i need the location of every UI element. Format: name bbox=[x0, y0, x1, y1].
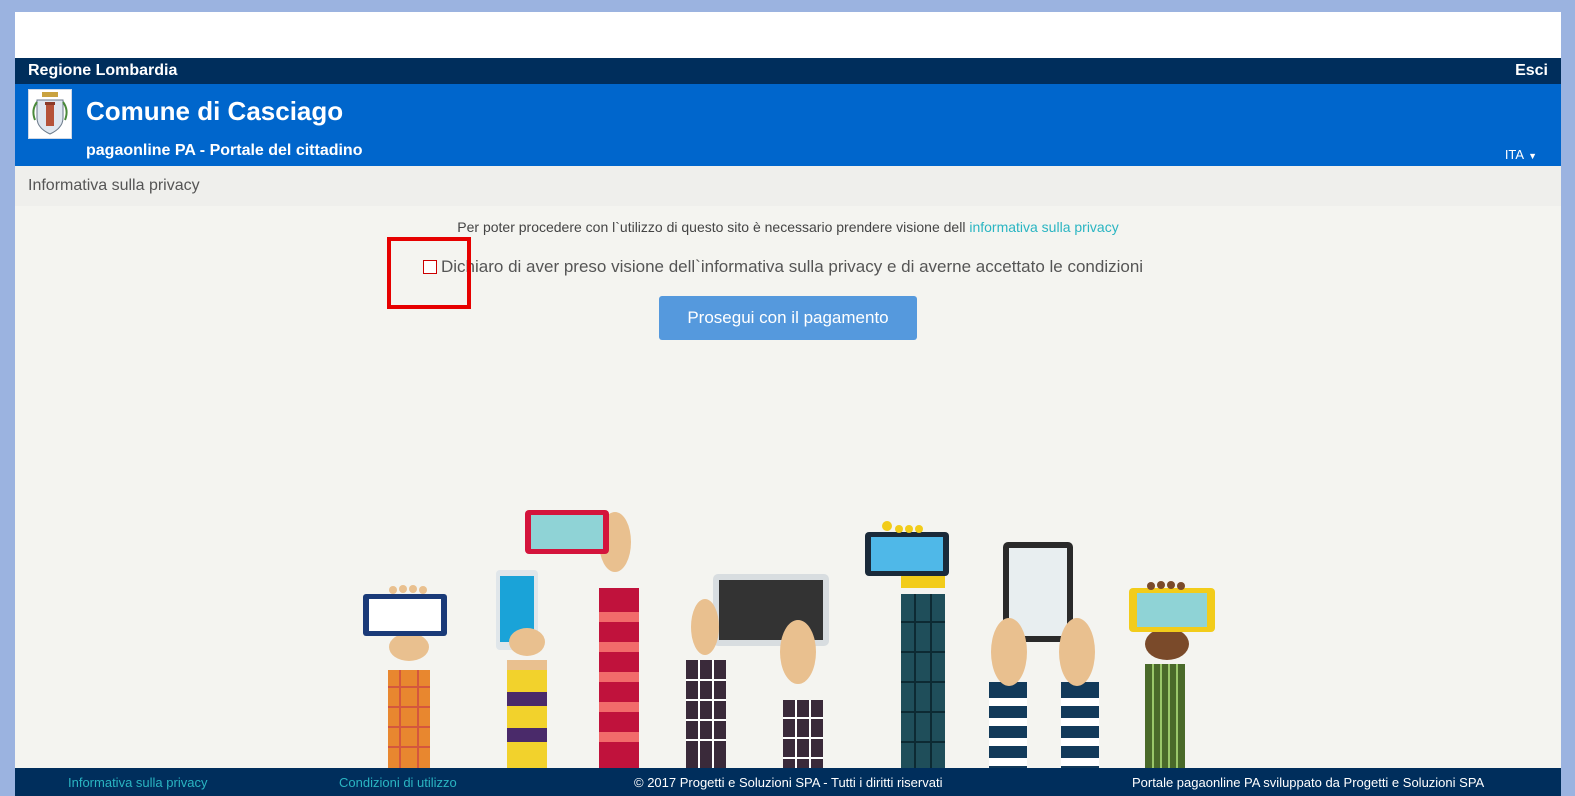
coat-of-arms-icon bbox=[28, 89, 72, 139]
breadcrumb: Informativa sulla privacy bbox=[15, 166, 1561, 206]
privacy-notice: Per poter procedere con l`utilizzo di qu… bbox=[15, 219, 1561, 235]
footer-credit: Portale pagaonline PA sviluppato da Prog… bbox=[1132, 775, 1485, 790]
chevron-down-icon: ▼ bbox=[1528, 151, 1537, 161]
footer-copyright: © 2017 Progetti e Soluzioni SPA - Tutti … bbox=[634, 775, 943, 790]
privacy-notice-text: Per poter procedere con l`utilizzo di qu… bbox=[457, 219, 966, 235]
language-value: ITA bbox=[1504, 147, 1525, 162]
consent-label: Dichiaro di aver preso visione dell`info… bbox=[441, 257, 1144, 276]
footer-terms-link[interactable]: Condizioni di utilizzo bbox=[339, 775, 457, 790]
footer-privacy-link[interactable]: Informativa sulla privacy bbox=[68, 775, 207, 790]
highlight-box bbox=[387, 237, 471, 309]
region-name: Regione Lombardia bbox=[28, 62, 178, 79]
hands-with-devices-illustration bbox=[15, 502, 1561, 768]
portal-subtitle: pagaonline PA - Portale del cittadino bbox=[86, 142, 363, 159]
continue-payment-button[interactable]: Prosegui con il pagamento bbox=[659, 296, 917, 340]
footer: Informativa sulla privacy Condizioni di … bbox=[15, 768, 1561, 796]
browser-top-space bbox=[15, 12, 1561, 58]
privacy-policy-link[interactable]: informativa sulla privacy bbox=[969, 219, 1118, 235]
page-frame: Regione Lombardia Esci Comune di Casciag… bbox=[15, 12, 1561, 796]
language-selector[interactable]: ITA ▼ bbox=[1505, 147, 1537, 162]
consent-row: Dichiaro di aver preso visione dell`info… bbox=[423, 257, 1143, 277]
page-title: Comune di Casciago bbox=[86, 96, 344, 126]
region-bar: Regione Lombardia Esci bbox=[15, 58, 1561, 84]
exit-link[interactable]: Esci bbox=[1515, 62, 1548, 80]
municipality-header: Comune di Casciago pagaonline PA - Porta… bbox=[15, 84, 1561, 166]
